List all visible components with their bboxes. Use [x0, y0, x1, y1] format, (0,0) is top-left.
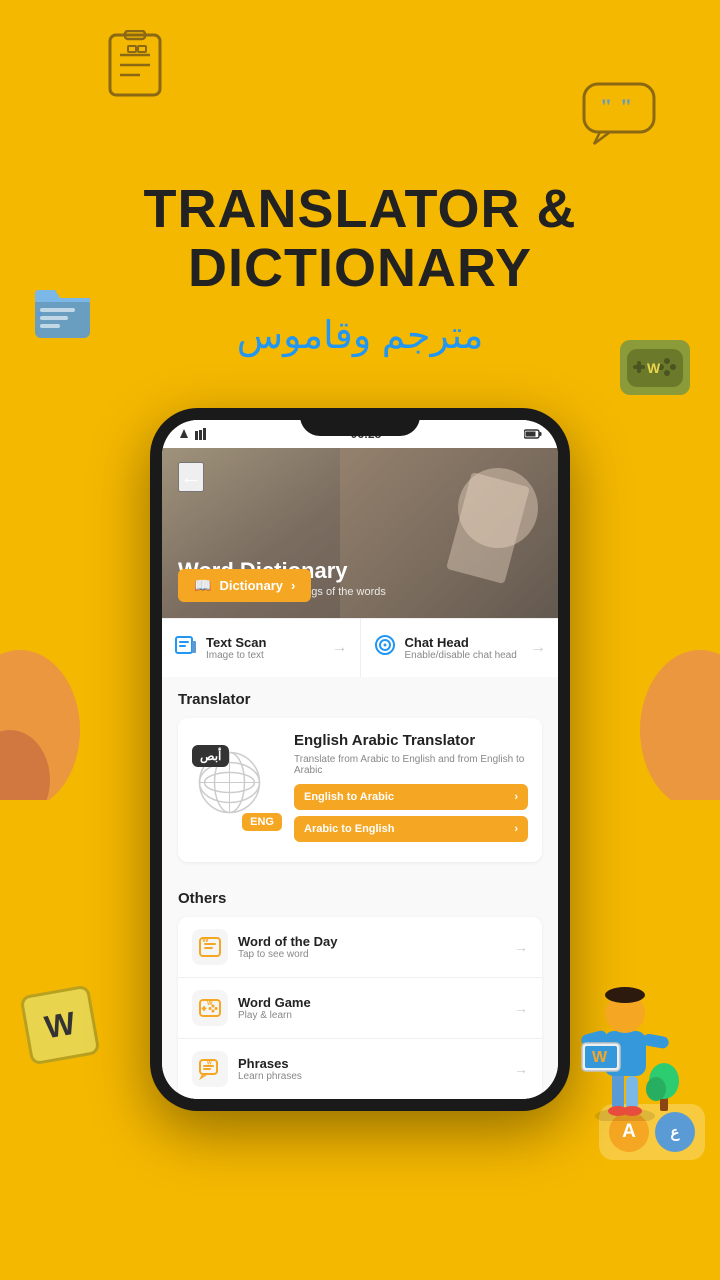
svg-text:W: W — [202, 937, 209, 944]
dictionary-button[interactable]: 📖 Dictionary › — [178, 569, 311, 602]
arabic-to-eng-button[interactable]: Arabic to English › — [294, 816, 528, 842]
status-right-icons — [524, 428, 542, 440]
word-of-day-icon: W — [192, 929, 228, 965]
floating-illustration: W — [560, 961, 690, 1121]
chat-head-label: Chat Head — [405, 635, 517, 650]
word-game-item[interactable]: W Word Game Play & learn → — [178, 978, 542, 1039]
word-of-day-sublabel: Tap to see word — [238, 949, 337, 960]
dict-btn-label: Dictionary — [219, 578, 283, 593]
app-title-line1: TRANSLATOR & — [0, 180, 720, 239]
others-title: Others — [178, 890, 542, 907]
word-game-label: Word Game — [238, 995, 311, 1010]
svg-text:W: W — [207, 1001, 213, 1007]
word-of-day-item[interactable]: W Word of the Day Tap to see word → — [178, 917, 542, 978]
text-scan-card[interactable]: Text Scan Image to text → — [162, 619, 361, 677]
text-scan-arrow: → — [332, 639, 348, 657]
phone-mockup: 06:25 ← Word Dictionary Tap here to find… — [0, 408, 720, 1111]
word-game-sublabel: Play & learn — [238, 1010, 311, 1021]
screen-hero: ← Word Dictionary Tap here to find the m… — [162, 448, 558, 618]
word-of-day-text: Word of the Day Tap to see word — [238, 934, 337, 960]
text-scan-icon — [174, 633, 198, 663]
phrases-icon: W — [192, 1051, 228, 1087]
app-title-arabic: مترجم وقاموس — [0, 313, 720, 358]
phone-screen: 06:25 ← Word Dictionary Tap here to find… — [162, 420, 558, 1099]
arabic-to-eng-label: Arabic to English — [304, 823, 394, 835]
chat-head-text: Chat Head Enable/disable chat head — [405, 635, 517, 661]
phrases-item[interactable]: W Phrases Learn phrases → — [178, 1039, 542, 1099]
word-of-day-label: Word of the Day — [238, 934, 337, 949]
text-scan-text: Text Scan Image to text — [206, 635, 266, 661]
word-of-day-arrow: → — [514, 939, 528, 955]
phrases-sublabel: Learn phrases — [238, 1071, 302, 1082]
chat-head-icon — [373, 633, 397, 663]
translator-globe: أبص ENG — [192, 745, 282, 835]
others-list: W Word of the Day Tap to see word → — [178, 917, 542, 1099]
eng-to-arabic-arrow: › — [514, 791, 518, 803]
translator-section: Translator أبص ENG — [162, 677, 558, 876]
back-button[interactable]: ← — [178, 462, 204, 492]
svg-text:W: W — [592, 1049, 608, 1066]
phrases-label: Phrases — [238, 1056, 302, 1071]
eng-to-arabic-button[interactable]: English to Arabic › — [294, 784, 528, 810]
translator-card-desc: Translate from Arabic to English and fro… — [294, 754, 528, 776]
eng-badge: ENG — [242, 813, 282, 831]
chat-head-sublabel: Enable/disable chat head — [405, 650, 517, 661]
word-game-text: Word Game Play & learn — [238, 995, 311, 1021]
word-game-arrow: → — [514, 1000, 528, 1016]
app-title-line2: DICTIONARY — [0, 239, 720, 298]
dict-btn-area: 📖 Dictionary › — [178, 569, 311, 602]
translator-card: أبص ENG English Arabic Translator Transl… — [178, 718, 542, 862]
others-section: Others W Word of the Day — [162, 876, 558, 1099]
headline-area: TRANSLATOR & DICTIONARY مترجم وقاموس — [0, 0, 720, 378]
phrases-text: Phrases Learn phrases — [238, 1056, 302, 1082]
eng-to-arabic-label: English to Arabic — [304, 791, 394, 803]
arabic-badge: أبص — [192, 745, 229, 767]
dict-btn-arrow: › — [291, 578, 295, 593]
translator-title: Translator — [178, 691, 542, 708]
text-scan-sublabel: Image to text — [206, 650, 266, 661]
text-scan-label: Text Scan — [206, 635, 266, 650]
dict-icon: 📖 — [194, 577, 211, 594]
word-game-icon: W — [192, 990, 228, 1026]
phrases-arrow: → — [514, 1061, 528, 1077]
chat-head-card[interactable]: Chat Head Enable/disable chat head → — [361, 619, 559, 677]
translator-info: English Arabic Translator Translate from… — [294, 732, 528, 848]
phone-notch — [300, 408, 420, 436]
chat-head-arrow: → — [530, 639, 546, 657]
status-left-icons — [178, 428, 208, 440]
feature-row: Text Scan Image to text → Chat He — [162, 618, 558, 677]
translator-card-title: English Arabic Translator — [294, 732, 528, 750]
phone-outer: 06:25 ← Word Dictionary Tap here to find… — [150, 408, 570, 1111]
svg-text:W: W — [207, 1060, 212, 1066]
arabic-to-eng-arrow: › — [514, 823, 518, 835]
